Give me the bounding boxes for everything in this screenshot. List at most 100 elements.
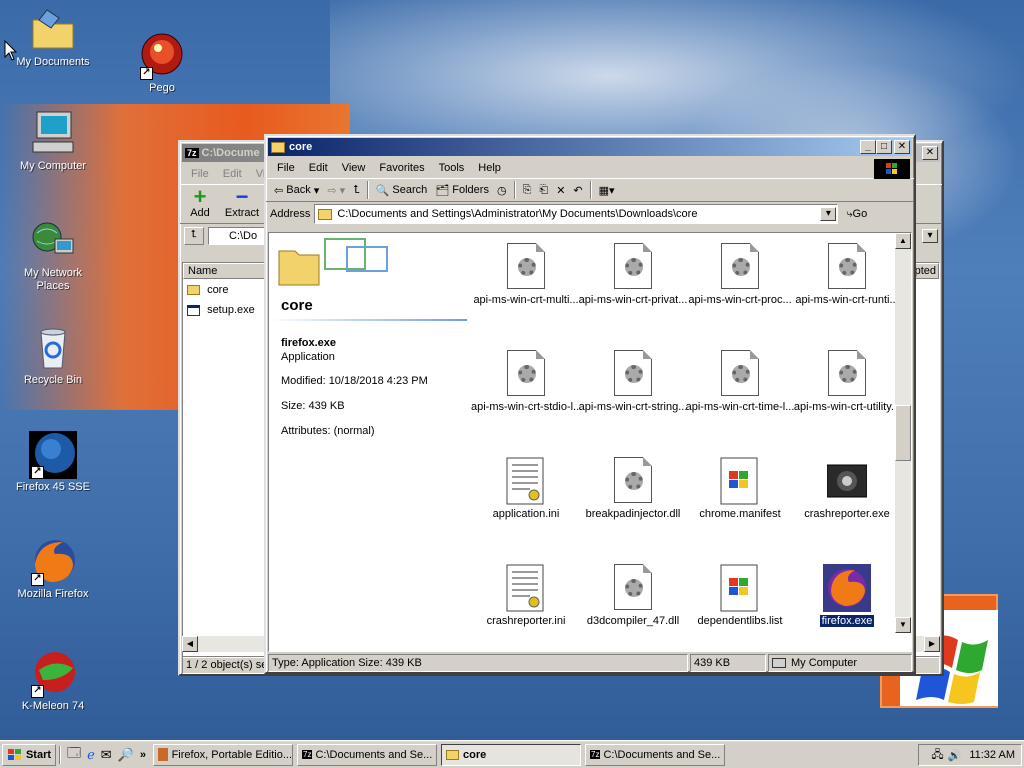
quicklaunch-chevron-icon[interactable]: » (137, 749, 149, 761)
start-label: Start (25, 748, 52, 761)
folders-button[interactable]: 🗂 Folders (431, 179, 493, 201)
extract-button[interactable]: − Extract (220, 185, 264, 223)
scroll-right-arrow[interactable]: ▶ (924, 636, 940, 652)
menu-edit[interactable]: Edit (302, 162, 335, 174)
back-menu-edit[interactable]: Edit (216, 168, 249, 180)
move-to-button[interactable]: ⎘ (519, 179, 536, 201)
up-folder-icon[interactable]: ⮤ (184, 227, 204, 245)
address-input[interactable]: C:\Documents and Settings\Administrator\… (314, 204, 839, 224)
back-button[interactable]: ⇦ Back ▾ (270, 179, 323, 201)
network-tray-icon[interactable]: 🖧 (931, 746, 943, 765)
file-item[interactable]: chrome.manifest (685, 457, 795, 520)
status-type-size: Type: Application Size: 439 KB (268, 654, 688, 672)
file-item[interactable]: api-ms-win-crt-stdio-l... (471, 350, 582, 413)
file-item[interactable]: dependentlibs.list (685, 564, 795, 627)
file-item[interactable]: api-ms-win-crt-runti... (792, 243, 902, 306)
task-firefox-portable[interactable]: Firefox, Portable Editio... (153, 743, 294, 766)
file-item[interactable]: application.ini (471, 457, 581, 520)
outlook-express-icon[interactable]: ✉ (98, 747, 115, 763)
7zip-icon: 7z (185, 148, 199, 158)
maximize-button[interactable]: □ (876, 140, 892, 154)
task-7zip-documents[interactable]: 7z C:\Documents and Se... (297, 743, 438, 766)
back-window-close-button[interactable]: ✕ (922, 146, 938, 160)
menu-favorites[interactable]: Favorites (372, 162, 431, 174)
status-zone: My Computer (768, 654, 912, 672)
file-item[interactable]: crashreporter.exe (792, 457, 902, 520)
address-dropdown[interactable]: ▾ (820, 207, 837, 221)
back-window-title: C:\Docume (201, 147, 260, 159)
clock[interactable]: 11:32 AM (969, 749, 1015, 761)
desktop-icon-my-documents[interactable]: My Documents (8, 6, 98, 69)
desktop-icon-recycle-bin[interactable]: Recycle Bin (8, 324, 98, 387)
desktop-icon-k-meleon[interactable]: ↗ K-Meleon 74 (8, 650, 98, 713)
menu-tools[interactable]: Tools (432, 162, 472, 174)
views-button[interactable]: ▦ ▾ (595, 179, 619, 201)
file-item[interactable]: d3dcompiler_47.dll (578, 564, 688, 627)
file-item[interactable]: api-ms-win-crt-privat... (578, 243, 688, 306)
menu-view[interactable]: View (335, 162, 373, 174)
task-7zip-documents-2[interactable]: 7z C:\Documents and Se... (585, 743, 726, 766)
folder-icon (187, 285, 200, 296)
file-item[interactable]: breakpadinjector.dll (578, 457, 688, 520)
column-name-header[interactable]: Name (183, 263, 273, 279)
forward-arrow-icon: ⇨ (327, 184, 337, 197)
desktop-icon-my-computer[interactable]: My Computer (8, 110, 98, 173)
firefox-sse-icon: ↗ (29, 431, 77, 479)
minimize-button[interactable]: _ (860, 140, 876, 154)
file-item[interactable]: firefox.exe (792, 564, 902, 628)
plus-icon: + (193, 184, 207, 209)
desktop-icon-label: Recycle Bin (23, 374, 83, 386)
menu-help[interactable]: Help (471, 162, 508, 174)
copy-to-button[interactable]: ⎗ (535, 179, 552, 201)
back-menu-file[interactable]: File (184, 168, 216, 180)
scroll-down-arrow[interactable]: ▼ (895, 617, 911, 633)
folder-icon (29, 6, 77, 54)
file-item[interactable]: api-ms-win-crt-utility... (792, 350, 902, 413)
file-item[interactable]: api-ms-win-crt-multi... (471, 243, 581, 306)
crashreporter-icon (826, 457, 868, 505)
undo-button[interactable]: ↶ (569, 179, 586, 201)
back-path-input[interactable]: C:\Do (208, 227, 268, 245)
search-button[interactable]: 🔍 Search (372, 179, 432, 201)
forward-button[interactable]: ⇨ ▾ (323, 179, 349, 201)
extract-label: Extract (224, 207, 260, 219)
computer-icon (772, 658, 786, 668)
scroll-left-arrow[interactable]: ◀ (182, 636, 198, 652)
task-core[interactable]: core (441, 743, 582, 766)
dll-file-icon (613, 564, 653, 612)
volume-tray-icon[interactable]: 🔊 (948, 749, 962, 762)
history-button[interactable]: ◷ (493, 179, 511, 201)
start-button[interactable]: Start (2, 743, 56, 766)
address-label: Address (270, 208, 311, 220)
file-item[interactable]: api-ms-win-crt-time-l... (685, 350, 795, 413)
go-label: Go (852, 207, 868, 220)
recycle-bin-icon (29, 324, 77, 372)
explorer-titlebar[interactable]: core _ □ ✕ (268, 138, 912, 156)
menu-file[interactable]: File (270, 162, 302, 174)
file-item[interactable]: crashreporter.ini (471, 564, 581, 627)
go-button[interactable]: ⤷Go (846, 208, 867, 221)
scroll-up-arrow[interactable]: ▲ (895, 233, 911, 249)
copy-to-icon: ⎗ (539, 183, 549, 196)
delete-button[interactable]: ✕ (552, 179, 569, 201)
add-button[interactable]: + Add (180, 185, 220, 223)
desktop-icon-network-places[interactable]: My Network Places (8, 217, 98, 293)
search-icon[interactable]: 🔎 (115, 747, 137, 763)
vertical-scrollbar[interactable]: ▲ ▼ (895, 233, 911, 633)
back-path-dropdown[interactable]: ▾ (922, 229, 938, 243)
close-button[interactable]: ✕ (894, 140, 910, 154)
desktop-icon-mozilla-firefox[interactable]: ↗ Mozilla Firefox (8, 538, 98, 601)
file-item[interactable]: api-ms-win-crt-string... (578, 350, 688, 413)
file-item[interactable]: api-ms-win-crt-proc... (685, 243, 795, 306)
dll-file-icon (506, 243, 546, 291)
show-desktop-icon[interactable]: 🗔 (64, 744, 84, 766)
desktop-icon-firefox-45-sse[interactable]: ↗ Firefox 45 SSE (8, 431, 98, 494)
internet-explorer-icon[interactable]: ℯ (84, 747, 98, 763)
dll-file-icon (720, 350, 760, 398)
up-button[interactable]: ⮤ (349, 179, 364, 201)
explorer-window-core[interactable]: core _ □ ✕ File Edit View Favorites Tool… (264, 134, 916, 674)
scroll-thumb[interactable] (895, 405, 911, 461)
move-to-icon: ⎘ (522, 183, 532, 196)
explorer-menubar: File Edit View Favorites Tools Help (266, 158, 914, 179)
desktop-icon-pego[interactable]: ↗ Pego (117, 32, 207, 95)
